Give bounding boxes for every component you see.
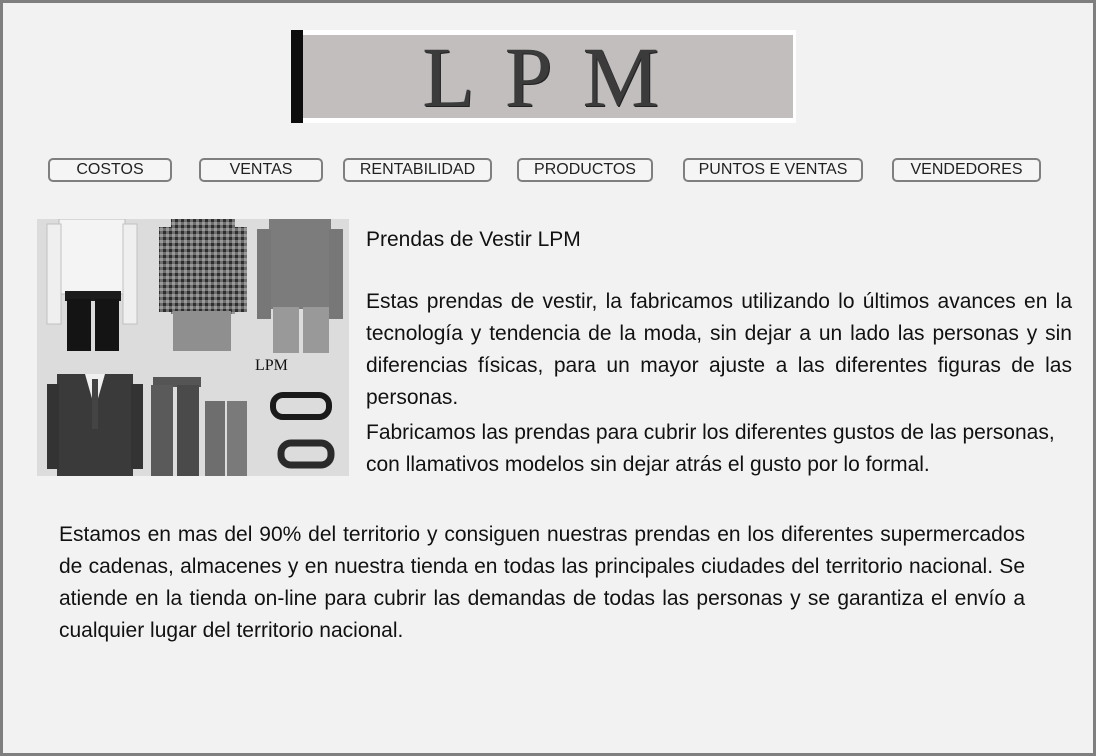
logo: LPM xyxy=(291,28,796,125)
clothing-collage-image xyxy=(37,219,349,476)
suit-figure xyxy=(47,374,143,476)
clothing-photo: LPM xyxy=(37,219,349,476)
nav-button-productos[interactable]: PRODUCTOS xyxy=(517,158,653,182)
paragraph-intro: Estas prendas de vestir, la fabricamos u… xyxy=(366,290,1072,409)
page-title: Prendas de Vestir LPM xyxy=(366,228,581,251)
nav-button-ventas[interactable]: VENTAS xyxy=(199,158,323,182)
photo-caption: LPM xyxy=(255,357,288,374)
nav-button-vendedores[interactable]: VENDEDORES xyxy=(892,158,1041,182)
logo-text: LPM xyxy=(422,28,689,125)
nav-button-puntos-de-venta[interactable]: PUNTOS E VENTAS xyxy=(683,158,863,182)
paragraph-coverage: Estamos en mas del 90% del territorio y … xyxy=(59,523,1025,642)
paragraph-styles: Fabricamos las prendas para cubrir los d… xyxy=(366,421,1055,476)
nav-button-costos[interactable]: COSTOS xyxy=(48,158,172,182)
nav-button-rentabilidad[interactable]: RENTABILIDAD xyxy=(343,158,492,182)
